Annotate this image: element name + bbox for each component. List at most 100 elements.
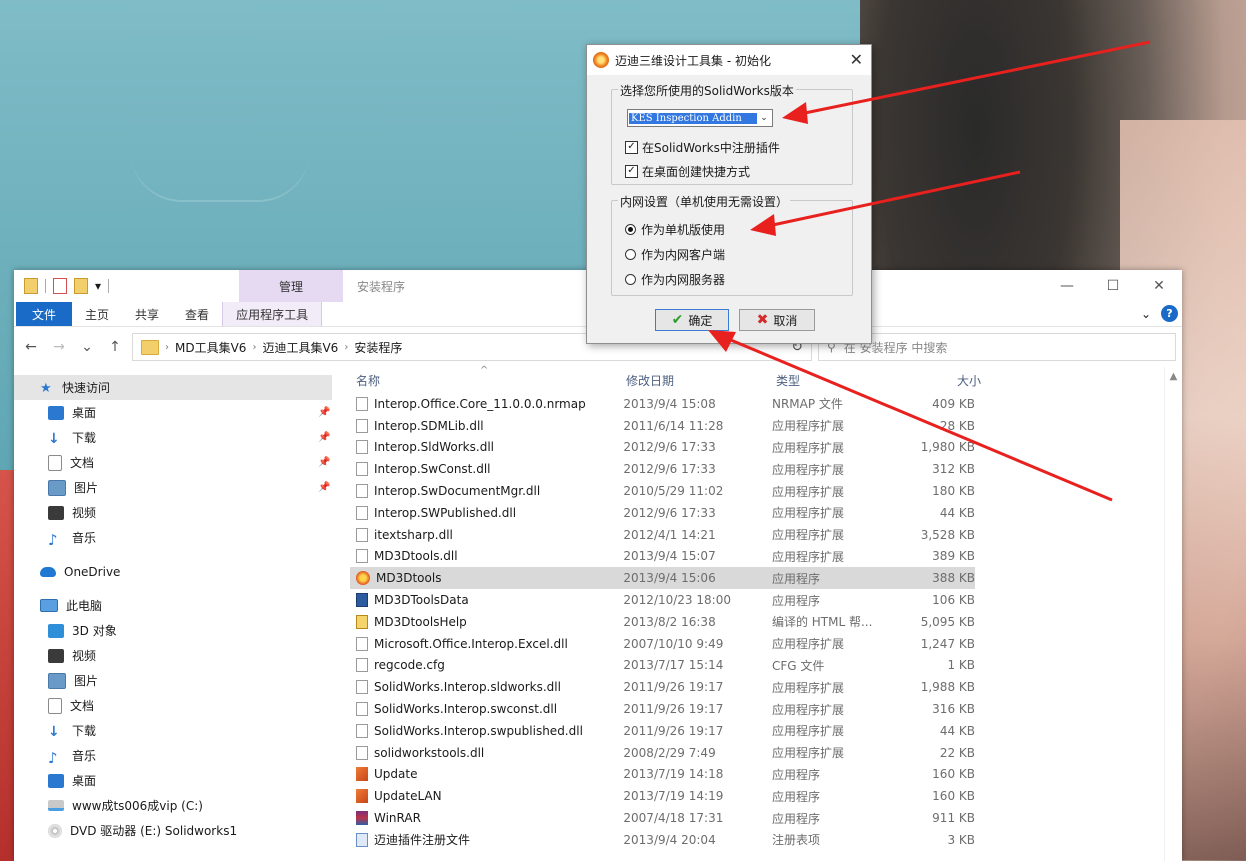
table-row[interactable]: Update 2013/7/19 14:18 应用程序 160 KB [350,764,975,786]
scroll-up-icon[interactable]: ▲ [1165,367,1182,382]
radio-standalone[interactable]: 作为单机版使用 [625,221,725,238]
file-name-cell[interactable]: MD3Dtools [350,571,623,586]
column-header-date[interactable]: 修改日期 [626,372,776,389]
table-row[interactable]: Interop.Office.Core_11.0.0.0.nrmap 2013/9… [350,393,975,415]
table-row[interactable]: MD3DtoolsHelp 2013/8/2 16:38 编译的 HTML 帮...… [350,611,975,633]
breadcrumb-item[interactable]: 迈迪工具集V6 [262,339,338,356]
table-row[interactable]: WinRAR 2007/4/18 17:31 应用程序 911 KB [350,807,975,829]
file-name-cell[interactable]: Update [350,767,623,782]
register-plugin-checkbox[interactable]: ✓ 在SolidWorks中注册插件 [625,139,780,156]
file-name-cell[interactable]: SolidWorks.Interop.swpublished.dll [350,723,623,738]
table-row[interactable]: Interop.SWPublished.dll 2012/9/6 17:33 应用程… [350,502,975,524]
pin-icon[interactable]: 📌 [318,457,330,468]
sidebar-item-videos[interactable]: 视频 [14,500,350,525]
tab-app-tools[interactable]: 应用程序工具 [222,302,323,326]
chevron-down-icon[interactable]: ⌄ [757,113,771,123]
file-name-cell[interactable]: UpdateLAN [350,789,623,804]
file-name-cell[interactable]: SolidWorks.Interop.swconst.dll [350,702,623,717]
sidebar-item-quick-access[interactable]: ★ 快速访问 [14,375,332,400]
file-name-cell[interactable]: Interop.Office.Core_11.0.0.0.nrmap [350,396,623,411]
customize-toolbar-icon[interactable]: ▾ [95,279,101,293]
table-row[interactable]: MD3Dtools 2013/9/4 15:06 应用程序 388 KB [350,567,975,590]
table-row[interactable]: regcode.cfg 2013/7/17 15:14 CFG 文件 1 KB [350,655,975,677]
tab-view[interactable]: 查看 [172,302,222,326]
sidebar-item-documents[interactable]: 文档 📌 [14,450,350,475]
desktop-shortcut-checkbox[interactable]: ✓ 在桌面创建快捷方式 [625,163,750,180]
recent-locations-button[interactable]: ⌄ [76,339,98,355]
checkbox-checked[interactable]: ✓ [625,165,638,178]
file-name-cell[interactable]: MD3DToolsData [350,593,623,608]
table-row[interactable]: Interop.SldWorks.dll 2012/9/6 17:33 应用程序扩展… [350,437,975,459]
expand-ribbon-icon[interactable]: ⌄ [1141,307,1151,321]
tab-share[interactable]: 共享 [122,302,172,326]
maximize-button[interactable]: ☐ [1090,270,1136,302]
sidebar-item-pc-desktop[interactable]: 桌面 [14,768,350,793]
version-dropdown[interactable]: KES Inspection Addin ⌄ [627,109,773,127]
file-name-cell[interactable]: solidworkstools.dll [350,745,623,760]
file-name-cell[interactable]: Microsoft.Office.Interop.Excel.dll [350,636,623,651]
file-name-cell[interactable]: Interop.SwDocumentMgr.dll [350,484,623,499]
table-row[interactable]: solidworkstools.dll 2008/2/29 7:49 应用程序扩展 2… [350,742,975,764]
file-name-cell[interactable]: Interop.SwConst.dll [350,462,623,477]
properties-icon[interactable] [53,278,67,294]
file-name-cell[interactable]: Interop.SDMLib.dll [350,418,623,433]
close-button[interactable]: ✕ [1136,270,1182,302]
radio-lan-server[interactable]: 作为内网服务器 [625,271,725,288]
pin-icon[interactable]: 📌 [318,432,330,443]
pin-icon[interactable]: 📌 [318,482,330,493]
table-row[interactable]: Interop.SwDocumentMgr.dll 2010/5/29 11:02… [350,480,975,502]
table-row[interactable]: UpdateLAN 2013/7/19 14:19 应用程序 160 KB [350,785,975,807]
table-row[interactable]: Interop.SDMLib.dll 2011/6/14 11:28 应用程序扩展 2… [350,415,975,437]
breadcrumb-item[interactable]: 安装程序 [354,339,402,356]
cancel-button[interactable]: ✖ 取消 [739,309,815,331]
file-name-cell[interactable]: itextsharp.dll [350,527,623,542]
table-row[interactable]: itextsharp.dll 2012/4/1 14:21 应用程序扩展 3,528 … [350,524,975,546]
file-name-cell[interactable]: WinRAR [350,811,623,826]
sidebar-item-this-pc[interactable]: 此电脑 [14,593,350,618]
sidebar-item-pc-music[interactable]: ♪ 音乐 [14,743,350,768]
sidebar-item-drive-c[interactable]: www成ts006成vip (C:) [14,793,350,818]
table-row[interactable]: MD3Dtools.dll 2013/9/4 15:07 应用程序扩展 389 KB [350,546,975,568]
checkbox-checked[interactable]: ✓ [625,141,638,154]
column-header-type[interactable]: 类型 [776,372,901,389]
sidebar-item-downloads[interactable]: ↓ 下载 📌 [14,425,350,450]
vertical-scrollbar[interactable]: ▲ [1164,367,1182,861]
file-name-cell[interactable]: SolidWorks.Interop.sldworks.dll [350,680,623,695]
column-header-size[interactable]: 大小 [901,372,981,389]
folder-icon[interactable] [24,278,38,294]
table-row[interactable]: Interop.SwConst.dll 2012/9/6 17:33 应用程序扩展 3… [350,458,975,480]
breadcrumb-item[interactable]: MD工具集V6 [175,339,246,356]
sidebar-item-desktop[interactable]: 桌面 📌 [14,400,350,425]
ok-button[interactable]: ✔ 确定 [655,309,729,331]
file-name-cell[interactable]: Interop.SldWorks.dll [350,440,623,455]
file-name-cell[interactable]: MD3Dtools.dll [350,549,623,564]
dialog-close-button[interactable]: ✕ [850,50,863,69]
tab-manage[interactable]: 管理 [239,270,343,302]
forward-button[interactable]: → [48,339,70,355]
table-row[interactable]: Microsoft.Office.Interop.Excel.dll 2007/1… [350,633,975,655]
sidebar-item-pictures[interactable]: 图片 📌 [14,475,350,500]
sidebar-item-pc-videos[interactable]: 视频 [14,643,350,668]
back-button[interactable]: ← [20,339,42,355]
sidebar-item-pc-pictures[interactable]: 图片 [14,668,350,693]
file-name-cell[interactable]: 迈迪插件注册文件 [350,831,623,848]
sidebar-item-onedrive[interactable]: OneDrive [14,559,350,584]
help-icon[interactable]: ? [1161,305,1178,322]
radio-unselected[interactable] [625,274,636,285]
sidebar-item-pc-documents[interactable]: 文档 [14,693,350,718]
sidebar-item-music[interactable]: ♪ 音乐 [14,525,350,550]
table-row[interactable]: 迈迪插件注册文件 2013/9/4 20:04 注册表项 3 KB [350,829,975,851]
pin-icon[interactable]: 📌 [318,407,330,418]
sidebar-item-3d-objects[interactable]: 3D 对象 [14,618,350,643]
table-row[interactable]: SolidWorks.Interop.swconst.dll 2011/9/26 … [350,698,975,720]
sidebar-item-drive-e[interactable]: DVD 驱动器 (E:) Solidworks1 [14,818,350,843]
file-name-cell[interactable]: MD3DtoolsHelp [350,614,623,629]
table-row[interactable]: SolidWorks.Interop.sldworks.dll 2011/9/26… [350,676,975,698]
radio-selected[interactable] [625,224,636,235]
radio-lan-client[interactable]: 作为内网客户端 [625,246,725,263]
file-name-cell[interactable]: regcode.cfg [350,658,623,673]
sidebar-item-pc-downloads[interactable]: ↓ 下载 [14,718,350,743]
minimize-button[interactable]: — [1044,270,1090,302]
radio-unselected[interactable] [625,249,636,260]
up-button[interactable]: ↑ [104,339,126,355]
